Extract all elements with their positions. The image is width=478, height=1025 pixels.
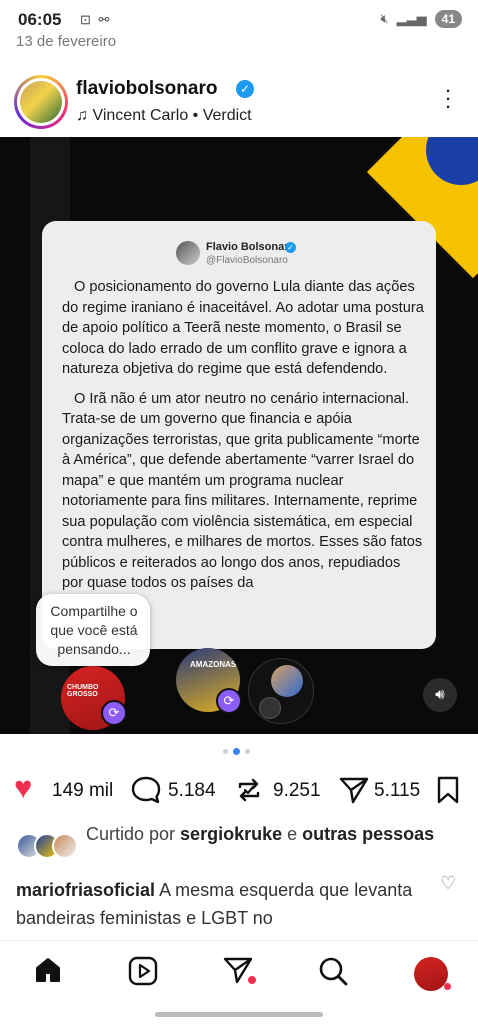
liker-avatar <box>52 833 78 859</box>
bookmark-icon[interactable] <box>436 776 460 804</box>
liker-avatars[interactable] <box>16 833 80 859</box>
verified-badge-icon: ✓ <box>236 80 254 98</box>
carousel-dot <box>223 749 228 754</box>
carousel-dot <box>245 749 250 754</box>
tooltip-text: Compartilhe o que você está pensando... <box>50 603 138 657</box>
post-media[interactable]: Flavio Bolsonaro ✓ @FlavioBolsonaro O po… <box>0 137 478 734</box>
music-note-icon: ♫ <box>76 107 88 124</box>
status-date: 13 de fevereiro <box>16 33 117 50</box>
home-icon[interactable] <box>33 955 63 985</box>
share-thought-tooltip[interactable]: Compartilhe o que você está pensando... <box>36 594 150 666</box>
tweet-verified-icon: ✓ <box>285 242 296 253</box>
tweet-handle: @FlavioBolsonaro <box>206 255 288 266</box>
search-icon[interactable] <box>317 955 349 987</box>
tweet-paragraph: O posicionamento do governo Lula diante … <box>62 279 424 377</box>
overlay-label: AMAZONAS <box>190 660 237 669</box>
tweet-avatar <box>176 241 200 265</box>
liked-by-text[interactable]: Curtido por sergiokruke e outras pessoas <box>86 823 466 846</box>
comment-icon[interactable] <box>130 775 162 805</box>
tweet-author-name: Flavio Bolsonaro <box>206 241 296 253</box>
comment-count[interactable]: 5.184 <box>168 780 216 802</box>
more-options-icon[interactable]: · · · <box>440 79 456 117</box>
profile-notification-dot <box>444 983 451 990</box>
post-music[interactable]: ♫ Vincent Carlo • Verdict <box>76 107 252 125</box>
author-username[interactable]: flaviobolsonaro <box>76 78 217 100</box>
repost-count[interactable]: 9.251 <box>273 780 321 802</box>
share-icon[interactable] <box>338 775 370 805</box>
tweet-card: Flavio Bolsonaro ✓ @FlavioBolsonaro O po… <box>42 221 436 649</box>
liked-by-user[interactable]: sergiokruke <box>180 824 282 844</box>
home-indicator[interactable] <box>155 1012 323 1017</box>
share-count[interactable]: 5.115 <box>374 780 420 802</box>
repost-badge-icon: ⟳ <box>216 688 242 714</box>
carousel-dot-active <box>233 748 240 755</box>
status-notification-icons: ⊡ ⚯ <box>80 12 112 27</box>
comment-username[interactable]: mariofriasoficial <box>16 880 155 900</box>
profile-tab-avatar[interactable] <box>414 957 448 991</box>
author-avatar[interactable] <box>14 75 68 129</box>
overlay-label: CHUMBO GROSSO <box>67 684 99 698</box>
battery-badge: 41 <box>434 10 462 28</box>
music-label: Vincent Carlo • Verdict <box>92 107 252 124</box>
comment-like-icon[interactable]: ♡ <box>440 873 456 894</box>
reels-icon[interactable] <box>127 955 159 987</box>
repost-icon[interactable] <box>234 775 264 805</box>
sound-toggle-icon[interactable]: 🔊︎ <box>423 678 457 712</box>
direct-icon[interactable] <box>222 955 256 987</box>
comment-preview[interactable]: mariofriasoficial A mesma esquerda que l… <box>16 876 426 932</box>
carousel-indicator <box>223 748 250 755</box>
status-right-icons: 🔇︎ ▂▃▅ 41 <box>380 10 462 28</box>
mute-icon: 🔇︎ <box>380 11 389 26</box>
repost-badge-icon: ⟳ <box>101 700 127 726</box>
tweet-body: O posicionamento do governo Lula diante … <box>62 277 424 603</box>
liked-by-others[interactable]: outras pessoas <box>302 824 434 844</box>
like-heart-icon[interactable]: ♥ <box>14 772 32 803</box>
like-count[interactable]: 149 mil <box>52 780 113 802</box>
overlay-avatar-user[interactable] <box>248 658 314 724</box>
status-time: 06:05 <box>18 10 62 29</box>
tweet-paragraph: O Irã não é um ator neutro no cenário in… <box>62 390 423 592</box>
signal-icon: ▂▃▅ <box>396 11 427 26</box>
